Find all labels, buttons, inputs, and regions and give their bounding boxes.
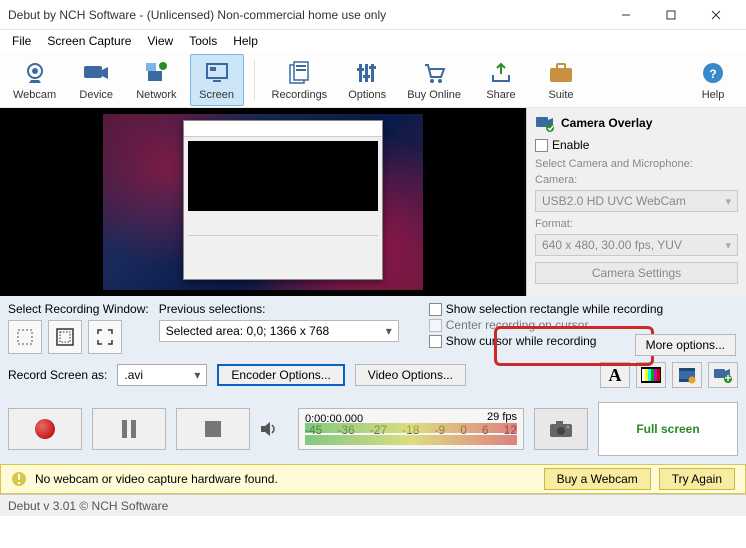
fps-label: 29 fps — [487, 411, 517, 423]
audio-icon — [260, 421, 288, 437]
select-recording-window-label: Select Recording Window: — [8, 302, 149, 316]
show-selection-checkbox[interactable] — [429, 303, 442, 316]
maximize-button[interactable] — [648, 1, 693, 29]
audio-meter: 0:00:00.000 29 fps -45-36-27-18-90612 — [298, 408, 524, 450]
webcam-icon — [21, 59, 49, 87]
help-button[interactable]: ? Help — [686, 54, 740, 106]
main-area: Camera Overlay Enable Select Camera and … — [0, 108, 746, 296]
menubar: File Screen Capture View Tools Help — [0, 30, 746, 52]
fullscreen-button[interactable]: Full screen — [598, 402, 738, 456]
share-icon — [487, 59, 515, 87]
show-selection-label: Show selection rectangle while recording — [446, 302, 663, 316]
close-button[interactable] — [693, 1, 738, 29]
stop-button[interactable] — [176, 408, 250, 450]
record-as-label: Record Screen as: — [8, 368, 107, 382]
warning-icon — [11, 471, 27, 487]
help-icon: ? — [699, 59, 727, 87]
previous-selections-label: Previous selections: — [159, 302, 399, 316]
more-options-button[interactable]: More options... — [635, 334, 736, 356]
camera-overlay-icon — [535, 114, 555, 132]
warning-bar: No webcam or video capture hardware foun… — [0, 464, 746, 494]
preview-inner-window — [183, 120, 383, 280]
snapshot-button[interactable] — [534, 408, 588, 450]
suite-button[interactable]: Suite — [534, 54, 588, 106]
camera-overlay-small-icon: + — [713, 366, 733, 384]
encoder-band: Record Screen as: .avi Encoder Options..… — [0, 356, 746, 394]
device-icon — [82, 59, 110, 87]
webcam-button[interactable]: Webcam — [6, 54, 63, 106]
recordings-button[interactable]: Recordings — [265, 54, 335, 106]
enable-overlay-label: Enable — [552, 138, 589, 152]
format-select[interactable]: .avi — [117, 364, 207, 386]
record-button[interactable] — [8, 408, 82, 450]
encoder-options-button[interactable]: Encoder Options... — [217, 364, 344, 386]
previous-selections-combo[interactable]: Selected area: 0,0; 1366 x 768 — [159, 320, 399, 342]
show-cursor-checkbox[interactable] — [429, 335, 442, 348]
status-bar: Debut v 3.01 © NCH Software — [0, 494, 746, 516]
status-text: Debut v 3.01 © NCH Software — [8, 499, 168, 513]
format-label: Format: — [535, 218, 738, 230]
camera-overlay-panel: Camera Overlay Enable Select Camera and … — [526, 108, 746, 296]
camera-combo[interactable]: USB2.0 HD UVC WebCam — [535, 190, 738, 212]
options-button[interactable]: Options — [340, 54, 394, 106]
show-cursor-label: Show cursor while recording — [446, 334, 597, 348]
center-cursor-label: Center recording on cursor — [446, 318, 589, 332]
camera-label: Camera: — [535, 174, 738, 186]
pause-button[interactable] — [92, 408, 166, 450]
control-band: 0:00:00.000 29 fps -45-36-27-18-90612 Fu… — [0, 394, 746, 464]
select-window-button[interactable] — [48, 320, 82, 354]
center-cursor-checkbox[interactable] — [429, 319, 442, 332]
record-icon — [35, 419, 55, 439]
text-overlay-button[interactable]: A — [600, 362, 630, 388]
cart-icon — [420, 59, 448, 87]
menu-file[interactable]: File — [6, 32, 37, 50]
screen-button[interactable]: Screen — [190, 54, 244, 106]
share-button[interactable]: Share — [474, 54, 528, 106]
main-toolbar: Webcam Device Network Screen Recordings … — [0, 52, 746, 108]
text-icon: A — [609, 365, 622, 386]
network-icon — [142, 59, 170, 87]
buy-webcam-button[interactable]: Buy a Webcam — [544, 468, 651, 490]
select-cam-mic-label: Select Camera and Microphone: — [535, 158, 738, 170]
enable-overlay-checkbox[interactable] — [535, 139, 548, 152]
suite-icon — [547, 59, 575, 87]
select-rectangle-button[interactable] — [8, 320, 42, 354]
try-again-button[interactable]: Try Again — [659, 468, 735, 490]
pause-icon — [121, 420, 137, 438]
color-bars-icon — [641, 367, 661, 383]
options-icon — [353, 59, 381, 87]
svg-text:+: + — [724, 371, 731, 384]
svg-text:?: ? — [709, 67, 716, 81]
camera-settings-button[interactable]: Camera Settings — [535, 262, 738, 284]
menu-help[interactable]: Help — [227, 32, 264, 50]
camera-overlay-title: Camera Overlay — [561, 116, 652, 130]
menu-view[interactable]: View — [141, 32, 179, 50]
device-button[interactable]: Device — [69, 54, 123, 106]
stop-icon — [205, 421, 221, 437]
color-adjust-button[interactable] — [636, 362, 666, 388]
minimize-button[interactable] — [603, 1, 648, 29]
recordings-icon — [285, 59, 313, 87]
screen-preview — [103, 114, 423, 290]
window-title: Debut by NCH Software - (Unlicensed) Non… — [8, 8, 603, 22]
screen-icon — [203, 59, 231, 87]
menu-screen-capture[interactable]: Screen Capture — [41, 32, 137, 50]
titlebar: Debut by NCH Software - (Unlicensed) Non… — [0, 0, 746, 30]
menu-tools[interactable]: Tools — [183, 32, 223, 50]
warning-text: No webcam or video capture hardware foun… — [35, 472, 278, 486]
buy-online-button[interactable]: Buy Online — [400, 54, 468, 106]
watermark-button[interactable] — [672, 362, 702, 388]
select-fullscreen-button[interactable] — [88, 320, 122, 354]
film-icon — [677, 366, 697, 384]
camera-overlay-button[interactable]: + — [708, 362, 738, 388]
network-button[interactable]: Network — [129, 54, 183, 106]
camera-icon — [549, 420, 573, 438]
preview-pane — [0, 108, 526, 296]
toolbar-separator — [254, 60, 255, 100]
format-combo[interactable]: 640 x 480, 30.00 fps, YUV — [535, 234, 738, 256]
video-options-button[interactable]: Video Options... — [355, 364, 466, 386]
